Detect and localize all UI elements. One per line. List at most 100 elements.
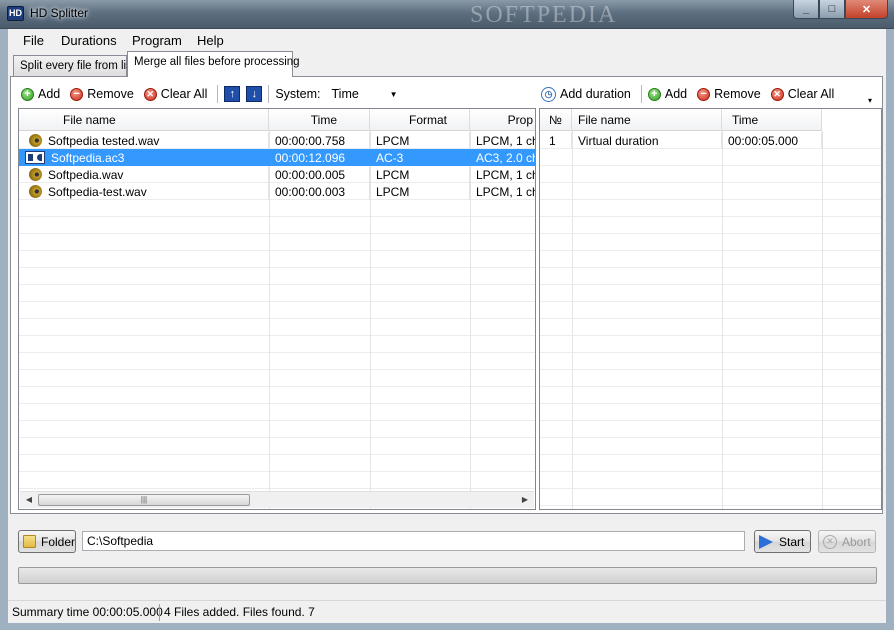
grid-line [19, 335, 535, 336]
table-row[interactable]: 1 Virtual duration 00:00:05.000 [540, 132, 822, 149]
menu-durations[interactable]: Durations [61, 33, 117, 48]
move-up-button[interactable]: ↑ [224, 86, 241, 102]
format-cell: LPCM [370, 166, 470, 183]
column-header-time[interactable]: Time [269, 109, 370, 131]
dolby-file-icon [25, 151, 45, 164]
maximize-button[interactable]: □ [819, 0, 845, 19]
summary-time-status: Summary time 00:00:05.000 [12, 605, 163, 619]
grid-line [19, 352, 535, 353]
folder-icon [23, 535, 36, 548]
durations-table-header: № File name Time [540, 109, 822, 131]
add-icon: + [21, 87, 34, 101]
remove-file-label: Remove [87, 87, 134, 101]
grid-line [540, 318, 881, 319]
column-header-time[interactable]: Time [722, 109, 822, 131]
clear-all-files-button[interactable]: ✕ Clear All [143, 87, 208, 101]
format-cell: LPCM [370, 183, 470, 200]
grid-line [540, 505, 881, 506]
grid-line [540, 454, 881, 455]
add-duration-item-button[interactable]: + Add [647, 87, 687, 101]
grid-line [19, 488, 535, 489]
grid-line [540, 488, 881, 489]
time-cell: 00:00:12.096 [269, 149, 370, 166]
horizontal-scrollbar[interactable]: ◀ ||| ▶ [20, 491, 534, 508]
audio-file-icon [29, 185, 42, 198]
grid-line [540, 386, 881, 387]
clock-icon: ◷ [541, 86, 556, 102]
grid-line [540, 437, 881, 438]
scroll-right-icon[interactable]: ▶ [518, 494, 532, 506]
toolbar-separator [217, 85, 219, 103]
title-bar[interactable]: HD HD Splitter SOFTPEDIA _ □ ✕ [0, 0, 894, 29]
grid-line [540, 403, 881, 404]
grid-line [19, 403, 535, 404]
grid-line [19, 284, 535, 285]
column-header-number[interactable]: № [540, 109, 572, 131]
tab-merge-all-files[interactable]: Merge all files before processing [127, 51, 300, 77]
grid-line [540, 199, 881, 200]
remove-icon: − [70, 87, 84, 101]
files-table-header: File name Time Format Prop [19, 109, 535, 131]
clear-all-files-label: Clear All [160, 87, 208, 101]
close-button[interactable]: ✕ [845, 0, 888, 19]
grid-line [19, 267, 535, 268]
add-duration-label: Add duration [560, 87, 631, 101]
column-header-file-name[interactable]: File name [19, 109, 269, 131]
abort-button[interactable]: ✕ Abort [818, 530, 876, 553]
grid-line [19, 233, 535, 234]
table-row[interactable]: Softpedia-test.wav 00:00:00.003 LPCM LPC… [19, 183, 535, 200]
time-cell: 00:00:05.000 [722, 132, 822, 149]
scrollbar-thumb[interactable]: ||| [38, 494, 250, 506]
window-title: HD Splitter [30, 6, 89, 20]
clear-all-durations-button[interactable]: ✕ Clear All [770, 87, 834, 101]
grid-line [540, 335, 881, 336]
files-added-status: 4 Files added. Files found. 7 [164, 605, 315, 619]
abort-icon: ✕ [823, 534, 837, 549]
table-row-selected[interactable]: Softpedia.ac3 00:00:12.096 AC-3 AC3, 2.0… [19, 149, 535, 166]
remove-duration-button[interactable]: − Remove [697, 87, 761, 101]
grid-line [540, 420, 881, 421]
add-duration-button[interactable]: ◷ Add duration [541, 86, 631, 102]
menu-program[interactable]: Program [132, 33, 182, 48]
remove-file-button[interactable]: − Remove [70, 87, 134, 101]
file-name-cell: Virtual duration [572, 132, 722, 149]
add-file-button[interactable]: + Add [21, 87, 60, 101]
play-icon [759, 534, 773, 549]
column-header-properties[interactable]: Prop [470, 109, 535, 131]
minimize-button[interactable]: _ [793, 0, 819, 19]
column-header-format[interactable]: Format [370, 109, 470, 131]
folder-button[interactable]: Folder [18, 530, 76, 553]
start-button[interactable]: Start [754, 530, 811, 553]
grid-line [19, 301, 535, 302]
tab-split-every-file[interactable]: Split every file from list [13, 55, 135, 77]
audio-file-icon [29, 134, 42, 147]
system-select[interactable]: Time ▼ [329, 85, 403, 103]
move-down-button[interactable]: ↓ [246, 86, 263, 102]
format-cell: AC-3 [370, 149, 470, 166]
close-icon: ✕ [861, 3, 872, 16]
properties-cell: LPCM, 1 cha [470, 166, 535, 183]
menu-file[interactable]: File [23, 33, 44, 48]
table-row[interactable]: Softpedia.wav 00:00:00.005 LPCM LPCM, 1 … [19, 166, 535, 183]
grid-line [19, 471, 535, 472]
grid-line [540, 233, 881, 234]
grid-line [19, 420, 535, 421]
status-bar: Summary time 00:00:05.000 4 Files added.… [8, 600, 886, 623]
properties-cell: LPCM, 1 cha [470, 183, 535, 200]
file-name-cell: Softpedia-test.wav [48, 184, 147, 199]
grid-line [540, 369, 881, 370]
right-toolbar: ◷ Add duration + Add − Remove ✕ Clear Al… [541, 82, 844, 106]
clear-icon: ✕ [770, 87, 784, 101]
toolbar-overflow-icon[interactable]: ▾ [868, 96, 872, 105]
scroll-left-icon[interactable]: ◀ [22, 494, 36, 506]
durations-table[interactable]: № File name Time 1 Virtual duration 00:0… [539, 108, 882, 510]
system-select-value: Time [331, 87, 359, 101]
grid-line [19, 369, 535, 370]
menu-help[interactable]: Help [197, 33, 224, 48]
table-row[interactable]: Softpedia tested.wav 00:00:00.758 LPCM L… [19, 132, 535, 149]
abort-button-label: Abort [842, 534, 871, 549]
column-header-file-name[interactable]: File name [572, 109, 722, 131]
clear-icon: ✕ [143, 87, 157, 101]
output-path-field[interactable]: C:\Softpedia [82, 531, 745, 551]
files-table[interactable]: File name Time Format Prop Softpedia tes… [18, 108, 536, 510]
